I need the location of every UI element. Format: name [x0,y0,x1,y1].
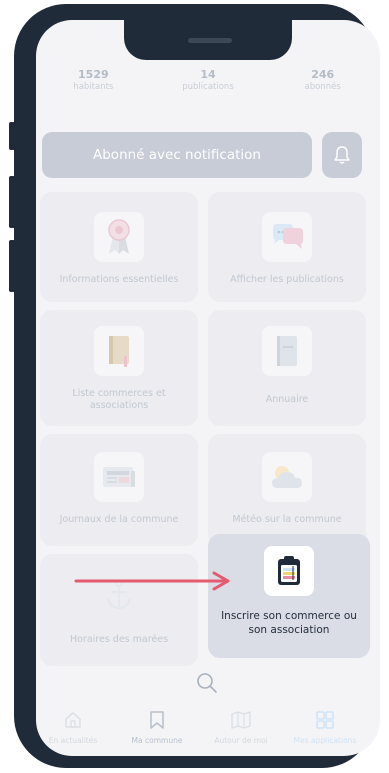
tile-label: Afficher les publications [230,274,344,285]
nav-my-apps[interactable]: Mes applications [282,708,368,745]
stat-value: 14 [200,68,216,81]
tile-weather[interactable]: Météo sur la commune [208,434,366,546]
stat-subscribers: 246 abonnés [265,68,380,92]
subscribe-button[interactable]: Abonné avec notification [42,132,312,178]
bottom-nav: En actualités Ma commune Autour de moi M… [36,708,380,756]
grid-icon [316,711,334,729]
notebook-icon [94,326,144,376]
tile-register-business[interactable]: Inscrire son commerce ou son association [208,534,370,658]
stat-label: publications [182,82,234,92]
clipboard-icon [264,546,314,596]
side-button [9,240,15,292]
nav-label: Autour de moi [214,736,268,745]
stat-label: habitants [73,82,114,92]
search-icon[interactable] [196,672,218,698]
notification-bell-button[interactable] [322,132,362,178]
nav-label: Mes applications [293,736,357,745]
stat-value: 1529 [78,68,109,81]
tile-label: Météo sur la commune [232,514,342,525]
book-icon [262,326,312,376]
tile-label: Journaux de la commune [59,514,179,525]
nav-label: Ma commune [131,736,183,745]
home-icon [65,712,81,728]
map-icon [231,711,251,729]
newspaper-icon [94,452,144,502]
award-icon [94,212,144,262]
phone-screen: 1529 habitants 14 publications 246 abonn… [36,20,380,756]
subscribe-row: Abonné avec notification [42,132,362,178]
tile-publications[interactable]: Afficher les publications [208,192,366,302]
stat-label: abonnés [304,82,341,92]
tile-label: Annuaire [265,394,309,405]
nav-news[interactable]: En actualités [36,708,116,745]
stat-value: 246 [311,68,335,81]
chat-bubbles-icon [262,212,312,262]
stats-bar: 1529 habitants 14 publications 246 abonn… [36,68,380,92]
nav-around-me[interactable]: Autour de moi [198,708,284,745]
tile-directory[interactable]: Annuaire [208,310,366,426]
side-button [9,122,15,150]
tile-essential-info[interactable]: Informations essentielles [40,192,198,302]
tile-label: Inscrire son commerce ou son association [221,610,357,636]
tile-label: Horaires des marées [69,634,169,645]
nav-my-town[interactable]: Ma commune [114,708,200,745]
bell-icon [334,146,350,164]
tile-label: Informations essentielles [59,274,179,285]
tile-label: Liste commerces et associations [72,388,166,412]
stat-publications: 14 publications [151,68,266,92]
tile-business-list[interactable]: Liste commerces et associations [40,310,198,426]
bookmark-icon [150,711,164,729]
tile-newspapers[interactable]: Journaux de la commune [40,434,198,546]
side-button [9,176,15,228]
notch [124,20,292,60]
weather-icon [262,452,312,502]
pointer-arrow [74,571,230,591]
stat-inhabitants: 1529 habitants [36,68,151,92]
nav-label: En actualités [48,736,98,745]
